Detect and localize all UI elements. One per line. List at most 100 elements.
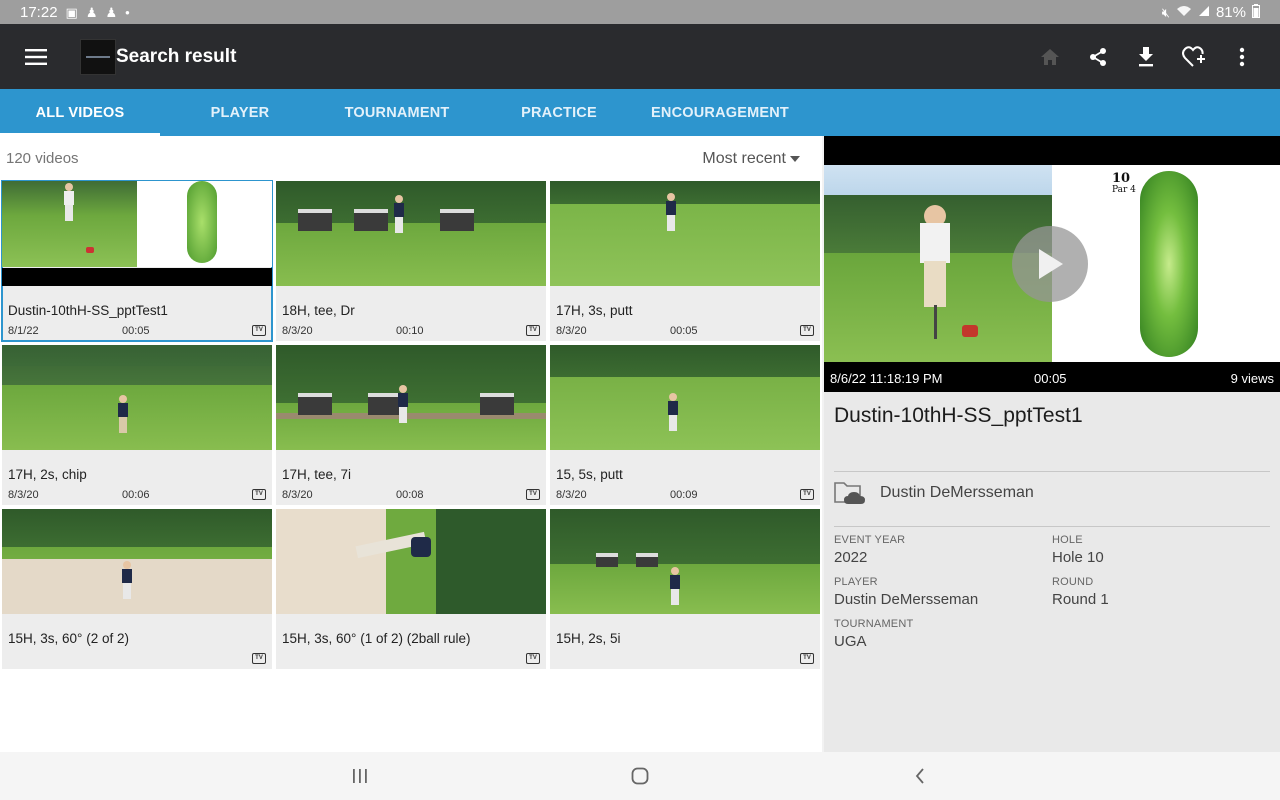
video-title: 17H, 2s, chip [8, 467, 87, 482]
video-card[interactable]: 15H, 2s, 5i TV [550, 509, 820, 669]
video-duration: 00:06 [122, 489, 150, 501]
video-title: 17H, 3s, putt [556, 303, 633, 318]
play-button[interactable] [1012, 226, 1088, 302]
video-date: 8/3/20 [282, 325, 313, 337]
video-title: 15H, 3s, 60° (1 of 2) (2ball rule) [282, 631, 471, 646]
video-date: 8/3/20 [556, 489, 587, 501]
video-card[interactable]: 15H, 3s, 60° (1 of 2) (2ball rule) TV [276, 509, 546, 669]
video-card[interactable]: 15, 5s, putt 8/3/20 00:09 TV [550, 345, 820, 505]
video-title: 15H, 2s, 5i [556, 631, 621, 646]
video-thumbnail [550, 509, 820, 614]
video-detail-panel: 10 Par 4 8/6/22 11:18:19 PM 00:05 9 view… [824, 136, 1280, 752]
tab-all-videos[interactable]: ALL VIDEOS [0, 89, 160, 136]
tv-icon: TV [252, 489, 266, 500]
notification-icon: ♟ [105, 4, 118, 20]
video-duration: 00:05 [122, 325, 150, 337]
menu-icon[interactable] [0, 24, 72, 89]
more-vert-icon[interactable] [1218, 33, 1266, 81]
share-icon[interactable] [1074, 33, 1122, 81]
video-card[interactable]: 17H, tee, 7i 8/3/20 00:08 TV [276, 345, 546, 505]
video-thumbnail [550, 181, 820, 286]
tab-player[interactable]: PLAYER [160, 89, 320, 136]
tv-icon: TV [800, 653, 814, 664]
page-title: Search result [116, 45, 237, 67]
owner-name: Dustin DeMersseman [880, 484, 1034, 501]
meta-value: Dustin DeMersseman [834, 591, 979, 608]
app-bar: Search result [0, 24, 1280, 89]
video-date: 8/1/22 [8, 325, 39, 337]
meta-value: UGA [834, 633, 867, 650]
status-time: 17:22 [20, 3, 58, 21]
meta-tournament: TOURNAMENT UGA [834, 618, 1052, 650]
home-icon[interactable] [1026, 33, 1074, 81]
meta-event-year: EVENT YEAR 2022 [834, 534, 1052, 566]
video-card[interactable]: Dustin-10thH-SS_pptTest1 8/1/22 00:05 TV [1, 180, 273, 342]
download-icon[interactable] [1122, 33, 1170, 81]
owner-row[interactable]: Dustin DeMersseman [834, 480, 1034, 506]
video-title: 15, 5s, putt [556, 467, 623, 482]
tv-icon: TV [252, 325, 266, 336]
video-duration: 00:09 [670, 489, 698, 501]
tab-practice[interactable]: PRACTICE [474, 89, 644, 136]
cloud-folder-icon [834, 482, 865, 504]
meta-label: TOURNAMENT [834, 618, 914, 630]
video-detail-title: Dustin-10thH-SS_pptTest1 [834, 404, 1083, 427]
video-card[interactable]: 17H, 3s, putt 8/3/20 00:05 TV [550, 181, 820, 341]
view-count: 9 views [1230, 371, 1274, 386]
video-info-bar: 8/6/22 11:18:19 PM 00:05 9 views [824, 365, 1280, 392]
map-par: Par 4 [1112, 185, 1136, 195]
sort-dropdown[interactable]: Most recent [702, 150, 800, 168]
tab-tournament[interactable]: TOURNAMENT [320, 89, 474, 136]
meta-label: ROUND [1052, 576, 1094, 588]
divider [834, 471, 1270, 472]
tv-icon: TV [526, 489, 540, 500]
meta-label: HOLE [1052, 534, 1083, 546]
battery-percent: 81% [1215, 3, 1246, 21]
back-button[interactable] [890, 752, 950, 800]
meta-value: Round 1 [1052, 591, 1109, 608]
video-duration: 00:05 [670, 325, 698, 337]
video-duration: 00:08 [396, 489, 424, 501]
video-card[interactable]: 15H, 3s, 60° (2 of 2) TV [2, 509, 272, 669]
video-title: 15H, 3s, 60° (2 of 2) [8, 631, 129, 646]
video-count: 120 videos [6, 150, 79, 167]
divider [834, 526, 1270, 527]
meta-label: EVENT YEAR [834, 534, 906, 546]
battery-icon [1252, 4, 1260, 20]
tv-icon: TV [800, 489, 814, 500]
video-timestamp: 8/6/22 11:18:19 PM [830, 371, 943, 386]
video-title: Dustin-10thH-SS_pptTest1 [8, 303, 168, 318]
meta-label: PLAYER [834, 576, 878, 588]
video-date: 8/3/20 [556, 325, 587, 337]
video-card[interactable]: 17H, 2s, chip 8/3/20 00:06 TV [2, 345, 272, 505]
video-thumbnail [276, 181, 546, 286]
map-hole-number: 10 [1112, 171, 1131, 186]
meta-value: Hole 10 [1052, 549, 1104, 566]
video-thumbnail [276, 345, 546, 450]
video-metadata: EVENT YEAR 2022 HOLE Hole 10 PLAYER Dust… [834, 534, 1270, 650]
video-list-panel: 120 videos Most recent Dustin-10thH-SS_p… [0, 136, 822, 752]
video-title: 18H, tee, Dr [282, 303, 355, 318]
video-player[interactable]: 10 Par 4 8/6/22 11:18:19 PM 00:05 9 view… [824, 136, 1280, 392]
video-thumbnail [2, 509, 272, 614]
tv-icon: TV [526, 653, 540, 664]
home-button[interactable] [610, 752, 670, 800]
wifi-icon [1176, 5, 1192, 19]
favorite-add-icon[interactable] [1170, 33, 1218, 81]
video-duration: 00:05 [1034, 371, 1067, 386]
play-icon [1039, 249, 1063, 279]
meta-hole: HOLE Hole 10 [1052, 534, 1270, 566]
tab-encouragement[interactable]: ENCOURAGEMENT [644, 89, 796, 136]
tv-icon: TV [252, 653, 266, 664]
signal-icon [1198, 5, 1210, 19]
recent-apps-icon [353, 769, 367, 783]
tv-icon: TV [800, 325, 814, 336]
recent-apps-button[interactable] [330, 752, 390, 800]
sort-label: Most recent [702, 149, 786, 167]
video-thumbnail [550, 345, 820, 450]
video-title: 17H, tee, 7i [282, 467, 352, 482]
video-duration: 00:10 [396, 325, 424, 337]
system-nav-bar [0, 752, 1280, 800]
video-grid: Dustin-10thH-SS_pptTest1 8/1/22 00:05 TV… [0, 180, 822, 669]
video-card[interactable]: 18H, tee, Dr 8/3/20 00:10 TV [276, 181, 546, 341]
